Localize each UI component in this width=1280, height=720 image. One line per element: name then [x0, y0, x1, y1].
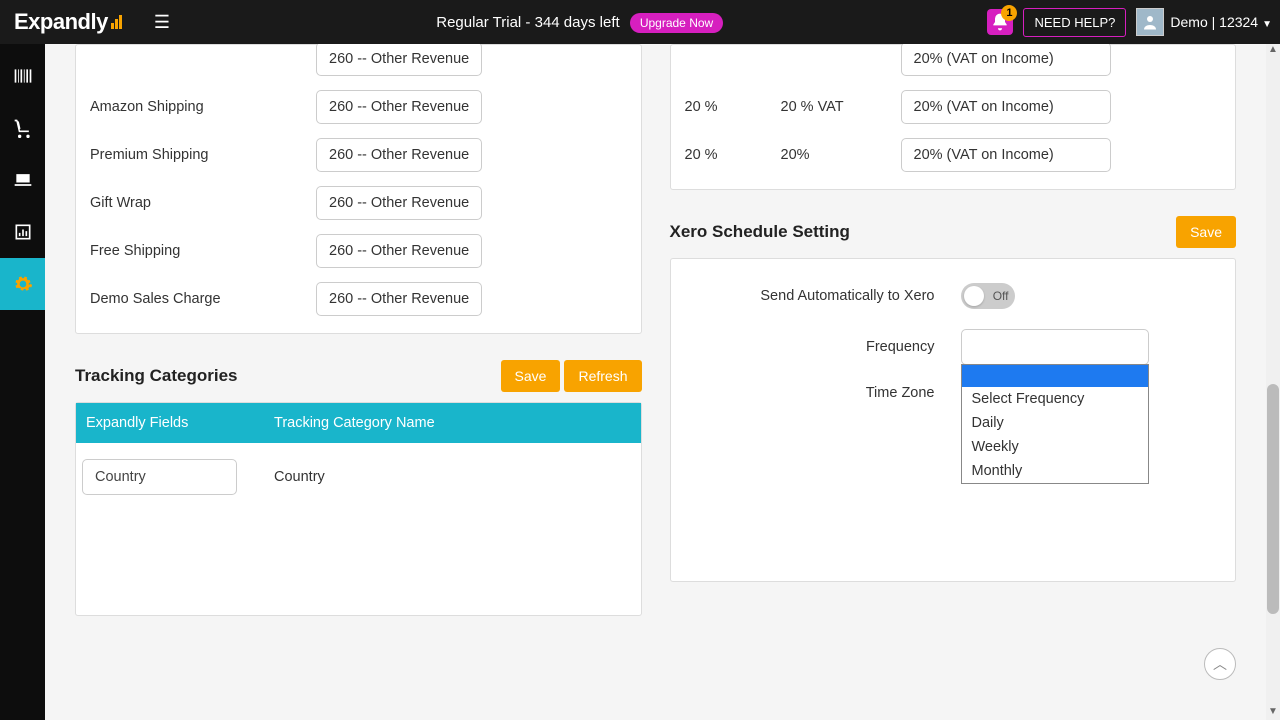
- vat-row: 20 %20 % VAT20% (VAT on Income): [671, 83, 1236, 131]
- frequency-option[interactable]: Monthly: [962, 459, 1148, 483]
- chevron-up-icon: ︿: [1213, 654, 1227, 674]
- tracking-card: Expandly Fields Tracking Category Name C…: [75, 402, 642, 616]
- revenue-select[interactable]: 260 -- Other Revenue: [316, 282, 482, 316]
- chart-icon: [13, 222, 33, 242]
- logo-bars-icon: [110, 9, 122, 35]
- frequency-option[interactable]: [962, 365, 1148, 387]
- revenue-select[interactable]: 260 -- Other Revenue: [316, 234, 482, 268]
- revenue-mapping-card: 260 -- Other RevenueAmazon Shipping260 -…: [75, 44, 642, 334]
- frequency-option[interactable]: Select Frequency: [962, 387, 1148, 411]
- nav-reports[interactable]: [0, 206, 45, 258]
- revenue-row: Free Shipping260 -- Other Revenue: [76, 227, 641, 275]
- scroll-down-icon[interactable]: ▼: [1266, 706, 1280, 720]
- tracking-head-fields: Expandly Fields: [76, 403, 264, 443]
- user-menu[interactable]: Demo | 12324▼: [1170, 14, 1272, 30]
- frequency-option[interactable]: Weekly: [962, 435, 1148, 459]
- revenue-row: 260 -- Other Revenue: [76, 44, 641, 83]
- vat-label: 20%: [781, 147, 901, 163]
- revenue-select[interactable]: 260 -- Other Revenue: [316, 186, 482, 220]
- revenue-row-label: Amazon Shipping: [86, 99, 316, 115]
- upgrade-button[interactable]: Upgrade Now: [630, 13, 723, 33]
- tracking-title-row: Tracking Categories Save Refresh: [75, 360, 642, 392]
- brand-logo: Expandly: [0, 9, 142, 35]
- vat-row: 20 %20%20% (VAT on Income): [671, 131, 1236, 179]
- menu-toggle-icon[interactable]: ☰: [142, 12, 182, 33]
- auto-send-toggle[interactable]: Off: [961, 283, 1015, 309]
- cart-icon: [13, 118, 33, 138]
- tracking-refresh-button[interactable]: Refresh: [564, 360, 641, 392]
- vat-select[interactable]: 20% (VAT on Income): [901, 90, 1111, 124]
- revenue-row-label: Demo Sales Charge: [86, 291, 316, 307]
- tracking-category-value: Country: [264, 469, 335, 485]
- revenue-row-label: Free Shipping: [86, 243, 316, 259]
- back-to-top-button[interactable]: ︿: [1204, 648, 1236, 680]
- left-sidebar: [0, 44, 45, 720]
- revenue-row: Premium Shipping260 -- Other Revenue: [76, 131, 641, 179]
- revenue-row: Amazon Shipping260 -- Other Revenue: [76, 83, 641, 131]
- vat-select[interactable]: 20% (VAT on Income): [901, 138, 1111, 172]
- avatar[interactable]: [1136, 8, 1164, 36]
- revenue-select[interactable]: 260 -- Other Revenue: [316, 138, 482, 172]
- nav-orders[interactable]: [0, 102, 45, 154]
- tracking-header: Expandly Fields Tracking Category Name: [76, 403, 641, 443]
- revenue-select[interactable]: 260 -- Other Revenue: [316, 90, 482, 124]
- schedule-title: Xero Schedule Setting: [670, 222, 850, 242]
- tracking-save-button[interactable]: Save: [501, 360, 561, 392]
- tracking-title: Tracking Categories: [75, 366, 238, 386]
- tracking-head-category: Tracking Category Name: [264, 403, 445, 443]
- tracking-field-input[interactable]: [82, 459, 237, 495]
- laptop-icon: [13, 170, 33, 190]
- timezone-label: Time Zone: [671, 385, 961, 401]
- scroll-up-icon[interactable]: ▲: [1266, 44, 1280, 58]
- revenue-row: Demo Sales Charge260 -- Other Revenue: [76, 275, 641, 323]
- gear-icon: [13, 274, 33, 294]
- frequency-option[interactable]: Daily: [962, 411, 1148, 435]
- chevron-down-icon: ▼: [1262, 19, 1272, 30]
- auto-send-label: Send Automatically to Xero: [671, 288, 961, 304]
- tracking-row: Country: [76, 459, 641, 495]
- barcode-icon: [13, 66, 33, 86]
- revenue-row: Gift Wrap260 -- Other Revenue: [76, 179, 641, 227]
- frequency-dropdown: Select FrequencyDailyWeeklyMonthly: [961, 364, 1149, 484]
- vat-mapping-card: 20% (VAT on Income)20 %20 % VAT20% (VAT …: [670, 44, 1237, 190]
- vat-rate: 20 %: [681, 99, 781, 115]
- schedule-save-button[interactable]: Save: [1176, 216, 1236, 248]
- revenue-row-label: Premium Shipping: [86, 147, 316, 163]
- notif-badge: 1: [1001, 5, 1017, 21]
- help-button[interactable]: NEED HELP?: [1023, 8, 1126, 37]
- scroll-thumb[interactable]: [1267, 384, 1279, 614]
- nav-settings[interactable]: [0, 258, 45, 310]
- vat-select[interactable]: 20% (VAT on Income): [901, 44, 1111, 76]
- nav-inventory[interactable]: [0, 50, 45, 102]
- nav-listings[interactable]: [0, 154, 45, 206]
- vat-rate: 20 %: [681, 147, 781, 163]
- schedule-title-row: Xero Schedule Setting Save: [670, 216, 1237, 248]
- vertical-scrollbar[interactable]: ▲ ▼: [1266, 44, 1280, 720]
- main-content: 260 -- Other RevenueAmazon Shipping260 -…: [45, 44, 1266, 720]
- schedule-card: Send Automatically to Xero Off Frequency…: [670, 258, 1237, 582]
- top-bar: Expandly ☰ Regular Trial - 344 days left…: [0, 0, 1280, 44]
- frequency-select[interactable]: [961, 329, 1149, 365]
- notification-button[interactable]: 1: [987, 9, 1013, 35]
- revenue-row-label: Gift Wrap: [86, 195, 316, 211]
- trial-status: Regular Trial - 344 days left Upgrade No…: [182, 14, 978, 31]
- vat-label: 20 % VAT: [781, 99, 901, 115]
- vat-row: 20% (VAT on Income): [671, 44, 1236, 83]
- revenue-select[interactable]: 260 -- Other Revenue: [316, 44, 482, 76]
- frequency-label: Frequency: [671, 339, 961, 355]
